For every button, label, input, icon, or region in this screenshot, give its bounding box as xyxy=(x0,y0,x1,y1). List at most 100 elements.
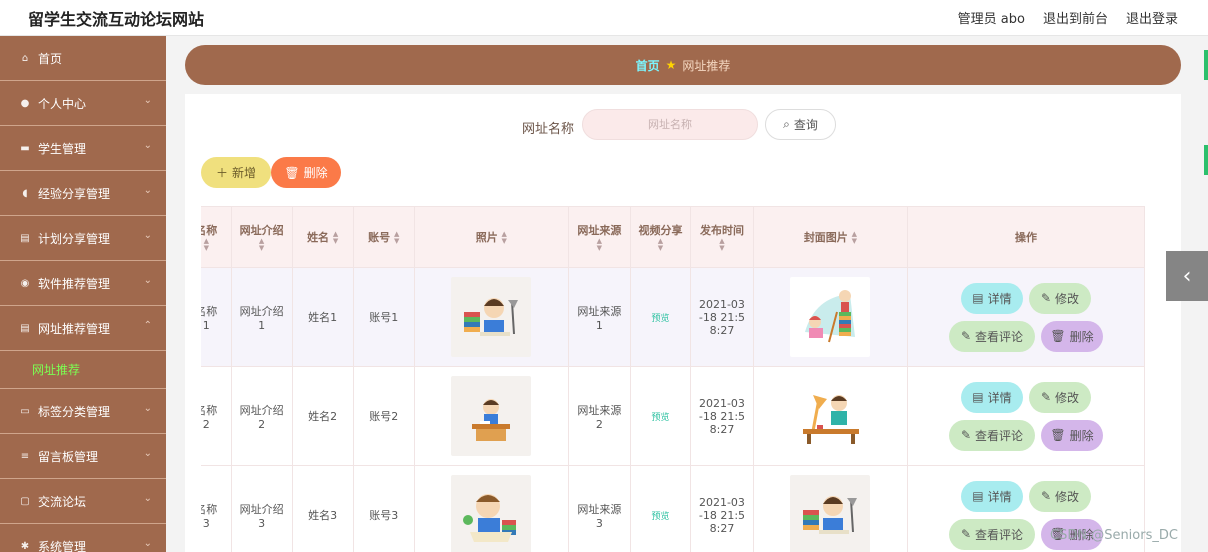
row-actions: ▤ 详情 ✎ 修改 ✎ 查看评论 🗑 删除 xyxy=(946,381,1106,451)
sidebar-item-forum[interactable]: ▢ 交流论坛 ⌄ xyxy=(0,479,166,524)
table-row: 名称 1 网址介绍 1 姓名1 账号1 xyxy=(201,267,1146,367)
edit-button[interactable]: ✎ 修改 xyxy=(1028,282,1091,314)
detail-label: 详情 xyxy=(987,489,1012,504)
edit-button[interactable]: ✎ 修改 xyxy=(1028,480,1091,512)
sidebar-item-label: 网址推荐管理 xyxy=(38,321,111,336)
col-header-video[interactable]: 视频分享 ▲ ▼ xyxy=(629,206,692,268)
cell-video: 预览 xyxy=(629,267,692,367)
search-button[interactable]: ⌕ 查询 xyxy=(765,109,836,140)
add-button-label: 新增 xyxy=(232,166,257,180)
col-header-intro[interactable]: 网址介绍 ▲ ▼ xyxy=(230,206,293,268)
cell-intro: 网址介绍 2 xyxy=(230,366,293,466)
doc-icon: ▤ xyxy=(972,291,984,305)
detail-button[interactable]: ▤ 详情 xyxy=(960,381,1023,413)
collapse-panel-button[interactable]: ‹ xyxy=(1166,251,1208,301)
data-table-wrapper: 名称▲▼ 网址介绍▲▼ 姓名 ▲▼ 账号 ▲▼ 照片 ▲▼ 网址来源▲▼ 视频分… xyxy=(201,206,1165,552)
video-preview-link[interactable]: 预览 xyxy=(651,512,669,522)
file-icon: ▤ xyxy=(20,232,30,244)
col-header-cover[interactable]: 封面图片 ▲ ▼ xyxy=(752,206,908,268)
col-header-account[interactable]: 账号 ▲ ▼ xyxy=(352,206,415,268)
edit-label: 修改 xyxy=(1055,489,1080,504)
detail-button[interactable]: ▤ 详情 xyxy=(960,480,1023,512)
id-card-icon: ▬ xyxy=(20,142,30,154)
trash-icon: 🗑 xyxy=(284,165,300,180)
view-comments-button[interactable]: ✎ 查看评论 xyxy=(948,320,1035,352)
video-preview-link[interactable]: 预览 xyxy=(651,314,669,324)
header-text: 网址介绍 xyxy=(239,224,284,237)
cell-photo xyxy=(413,267,569,367)
photo-thumbnail[interactable] xyxy=(451,376,532,456)
detail-label: 详情 xyxy=(987,291,1012,306)
sidebar-item-experience[interactable]: ◖ 经验分享管理 ⌄ xyxy=(0,171,166,216)
add-button[interactable]: ＋ 新增 xyxy=(201,157,271,188)
sidebar-item-websites[interactable]: ▤ 网址推荐管理 ⌃ xyxy=(0,306,166,351)
admin-label: 管理员 abo xyxy=(957,12,1025,27)
front-link[interactable]: 退出到前台 xyxy=(1043,8,1108,27)
cell-time: 2021-03 -18 21:5 8:27 xyxy=(690,366,754,466)
cell-xm: 姓名1 xyxy=(291,267,354,367)
delete-button[interactable]: 🗑 删除 xyxy=(1040,320,1103,352)
view-comments-button[interactable]: ✎ 查看评论 xyxy=(948,518,1035,550)
edit-label: 修改 xyxy=(1055,291,1080,306)
sort-icon[interactable]: ▲ ▼ xyxy=(502,231,507,245)
header-text: 姓名 xyxy=(307,231,330,244)
detail-button[interactable]: ▤ 详情 xyxy=(960,282,1023,314)
sort-icon[interactable]: ▲ ▼ xyxy=(394,231,399,245)
delete-label: 删除 xyxy=(1069,428,1094,443)
photo-thumbnail[interactable] xyxy=(451,475,532,552)
edit-label: 修改 xyxy=(1055,390,1080,405)
sidebar-item-students[interactable]: ▬ 学生管理 ⌄ xyxy=(0,126,166,171)
cover-thumbnail[interactable] xyxy=(790,376,871,456)
cell-account: 账号2 xyxy=(352,366,415,466)
col-header-name[interactable]: 名称▲▼ xyxy=(201,206,232,268)
col-header-time[interactable]: 发布时间 ▲ ▼ xyxy=(690,206,754,268)
photo-thumbnail[interactable] xyxy=(451,277,532,357)
star-icon: ★ xyxy=(665,58,677,72)
sort-icon[interactable]: ▲ ▼ xyxy=(204,238,209,252)
sidebar-item-home[interactable]: ⌂ 首页 xyxy=(0,36,166,81)
cover-thumbnail[interactable] xyxy=(790,475,871,552)
cover-thumbnail[interactable] xyxy=(790,277,871,357)
logout-link[interactable]: 退出登录 xyxy=(1126,8,1178,27)
sidebar-item-label: 标签分类管理 xyxy=(38,404,111,419)
sidebar-item-label: 经验分享管理 xyxy=(38,186,111,201)
search-button-label: 查询 xyxy=(793,118,818,132)
sidebar-item-plans[interactable]: ▤ 计划分享管理 ⌄ xyxy=(0,216,166,261)
sidebar-item-messages[interactable]: ≡ 留言板管理 ⌄ xyxy=(0,434,166,479)
batch-delete-button[interactable]: 🗑 删除 xyxy=(271,157,341,188)
breadcrumb: 首页 ★ 网址推荐 xyxy=(185,45,1181,85)
col-header-source[interactable]: 网址来源 ▲ ▼ xyxy=(567,206,631,268)
col-header-xm[interactable]: 姓名 ▲ ▼ xyxy=(291,206,354,268)
sort-icon[interactable]: ▲ ▼ xyxy=(333,231,338,245)
sidebar-item-software[interactable]: ◉ 软件推荐管理 ⌄ xyxy=(0,261,166,306)
breadcrumb-home[interactable]: 首页 xyxy=(636,57,660,74)
cell-intro: 网址介绍 3 xyxy=(230,465,293,552)
trash-icon: 🗑 xyxy=(1050,428,1066,442)
search-icon: ⌕ xyxy=(783,117,790,131)
edit-button[interactable]: ✎ 修改 xyxy=(1028,381,1091,413)
view-comments-button[interactable]: ✎ 查看评论 xyxy=(948,419,1035,451)
gear-icon: ✱ xyxy=(20,540,30,552)
row-actions: ▤ 详情 ✎ 修改 ✎ 查看评论 🗑 删除 xyxy=(946,282,1106,352)
cell-cover xyxy=(752,366,908,466)
sidebar-item-label: 留言板管理 xyxy=(38,449,99,464)
sidebar-item-profile[interactable]: ● 个人中心 ⌄ xyxy=(0,81,166,126)
detail-label: 详情 xyxy=(987,390,1012,405)
side-edge-marker xyxy=(1204,145,1208,175)
video-preview-link[interactable]: 预览 xyxy=(651,413,669,423)
sort-icon[interactable]: ▲ ▼ xyxy=(259,238,264,252)
sidebar-item-system[interactable]: ✱ 系统管理 ⌄ xyxy=(0,524,166,552)
trash-icon: 🗑 xyxy=(1050,329,1066,343)
delete-button[interactable]: 🗑 删除 xyxy=(1040,419,1103,451)
search-input[interactable] xyxy=(582,109,758,140)
sort-icon[interactable]: ▲ ▼ xyxy=(597,238,602,252)
sort-icon[interactable]: ▲ ▼ xyxy=(658,238,663,252)
col-header-photo[interactable]: 照片 ▲ ▼ xyxy=(413,206,569,268)
sort-icon[interactable]: ▲ ▼ xyxy=(719,238,724,252)
cell-name: 名称 2 xyxy=(201,366,232,466)
sidebar-item-tags[interactable]: ▭ 标签分类管理 ⌄ xyxy=(0,389,166,434)
sidebar-subitem-websites[interactable]: 网址推荐 xyxy=(0,351,166,389)
user-icon: ● xyxy=(20,97,30,109)
sort-icon[interactable]: ▲ ▼ xyxy=(852,231,857,245)
header-text: 视频分享 xyxy=(638,224,683,237)
